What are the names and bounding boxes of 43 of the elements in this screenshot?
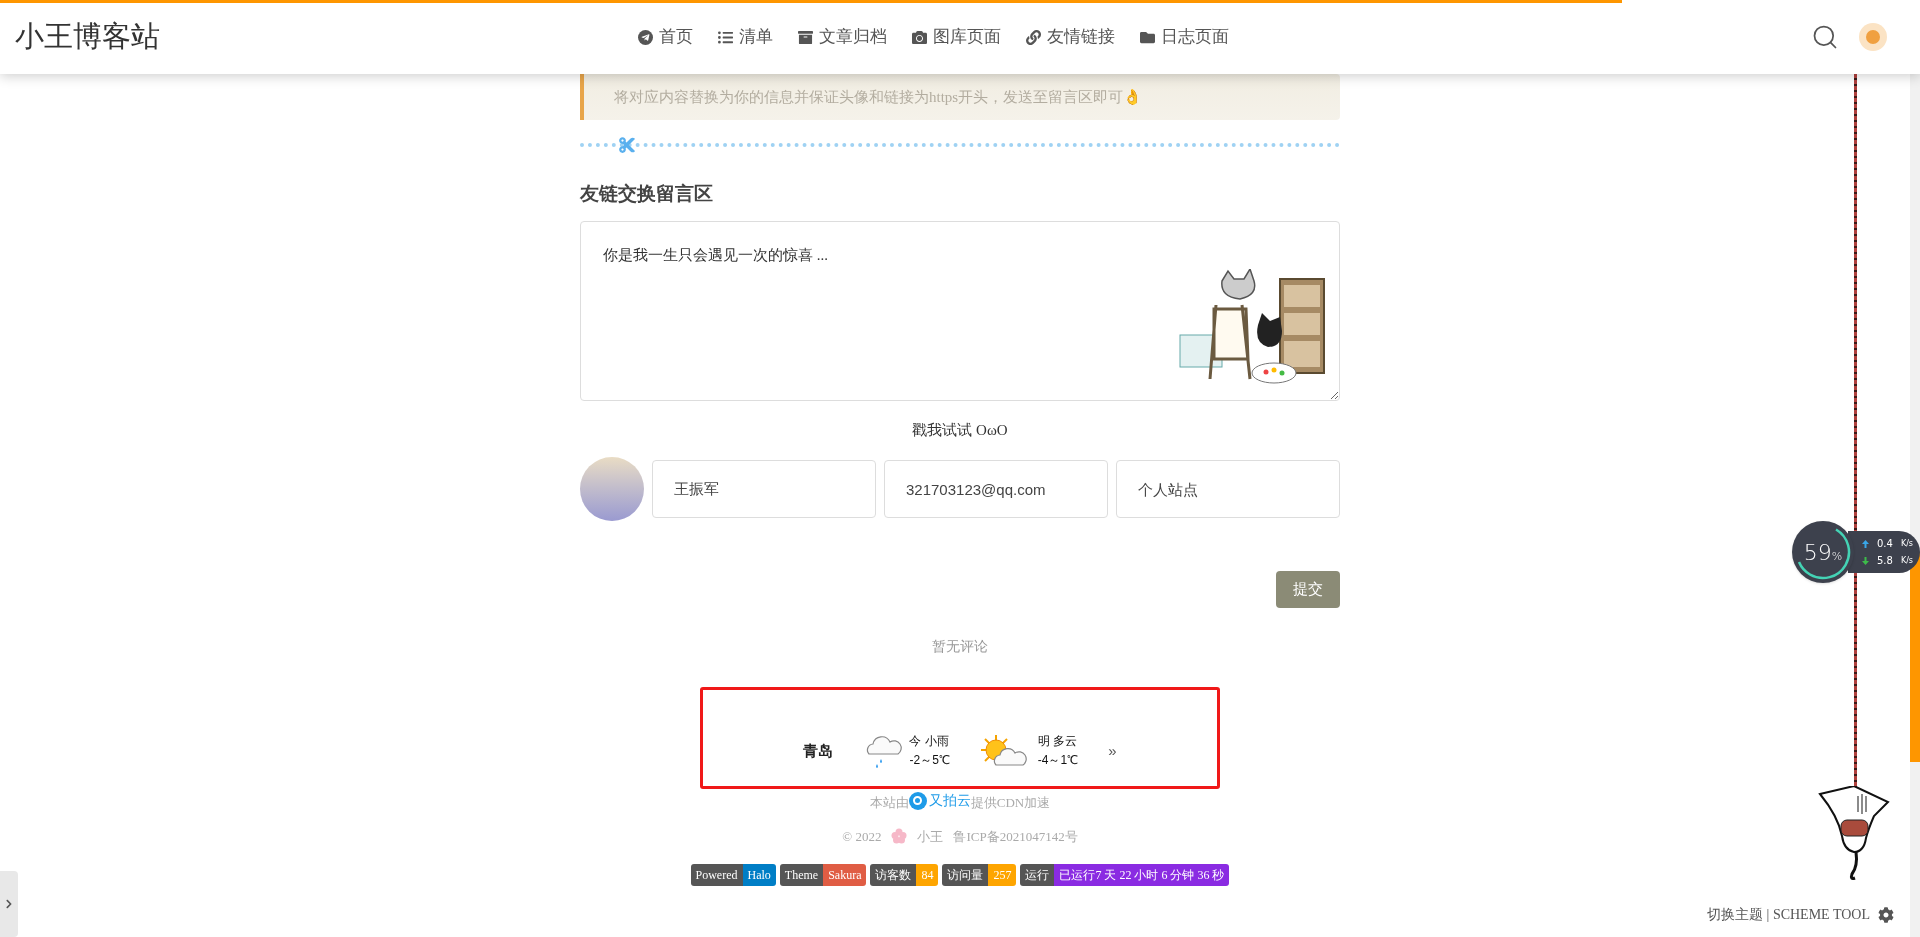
archive-box-icon [798, 29, 813, 45]
upload-speed: 0.4 K/s [1862, 536, 1920, 551]
nav-link[interactable]: 文章归档 [798, 24, 887, 50]
weather-condition: 明 多云 [1037, 733, 1079, 750]
nav-link[interactable]: 图库页面 [912, 24, 1001, 50]
weather-temperature: -4～1℃ [1037, 752, 1079, 769]
comment-input-field[interactable]: 个人站点 [1116, 460, 1340, 518]
cdn-text: 本站由 [869, 794, 909, 812]
camera-icon [912, 29, 927, 45]
weather-city: 青岛 [803, 740, 834, 761]
copyright-text: © 2022 [842, 827, 882, 846]
list-icon [718, 29, 733, 45]
section-heading: 友链交换留言区 [580, 182, 713, 206]
settings-icon[interactable] [1878, 906, 1894, 923]
nav-link[interactable]: 友情链接 [1026, 24, 1115, 50]
scheme-tool-link[interactable]: 切换主题 | SCHEME TOOL [1707, 904, 1870, 925]
cdn-text: 提供CDN加速 [970, 795, 1051, 812]
flower-icon [891, 828, 908, 845]
comment-input-field[interactable]: 321703123@qq.com [884, 460, 1108, 518]
folder-icon [1140, 29, 1155, 45]
comment-input-field[interactable]: 王振军 [652, 460, 876, 518]
sidebar-toggle[interactable] [0, 871, 18, 937]
weather-more-link[interactable]: » [1108, 739, 1117, 762]
emoji-toggle[interactable]: 戳我试试 OωO [912, 418, 1008, 441]
paper-plane-icon [638, 29, 653, 45]
nav-link[interactable]: 清单 [718, 24, 773, 50]
scissors-icon [618, 136, 636, 154]
up-arrow-icon [1862, 539, 1869, 548]
nav-link[interactable]: 首页 [638, 24, 693, 50]
no-comments-text: 暂无评论 [932, 638, 988, 656]
weather-temperature: -2～5℃ [909, 752, 950, 769]
search-icon[interactable] [1811, 23, 1839, 51]
weather-condition: 今 小雨 [909, 733, 950, 750]
chevron-right-icon [4, 899, 14, 909]
cdn-logo-icon [908, 791, 927, 810]
download-speed: 5.8 K/s [1862, 553, 1920, 568]
usage-percent: 59% [1803, 538, 1843, 567]
site-title[interactable]: 小王博客站 [15, 15, 515, 59]
comment-textarea[interactable]: 你是我一生只会遇见一次的惊喜 ... [580, 220, 1340, 401]
nav-link[interactable]: 日志页面 [1140, 24, 1229, 50]
link-icon [1026, 29, 1041, 45]
notice-text: 将对应内容替换为你的信息并保证头像和链接为https开头，发送至留言区即可👌 [614, 87, 1143, 107]
down-arrow-icon [1862, 556, 1869, 565]
